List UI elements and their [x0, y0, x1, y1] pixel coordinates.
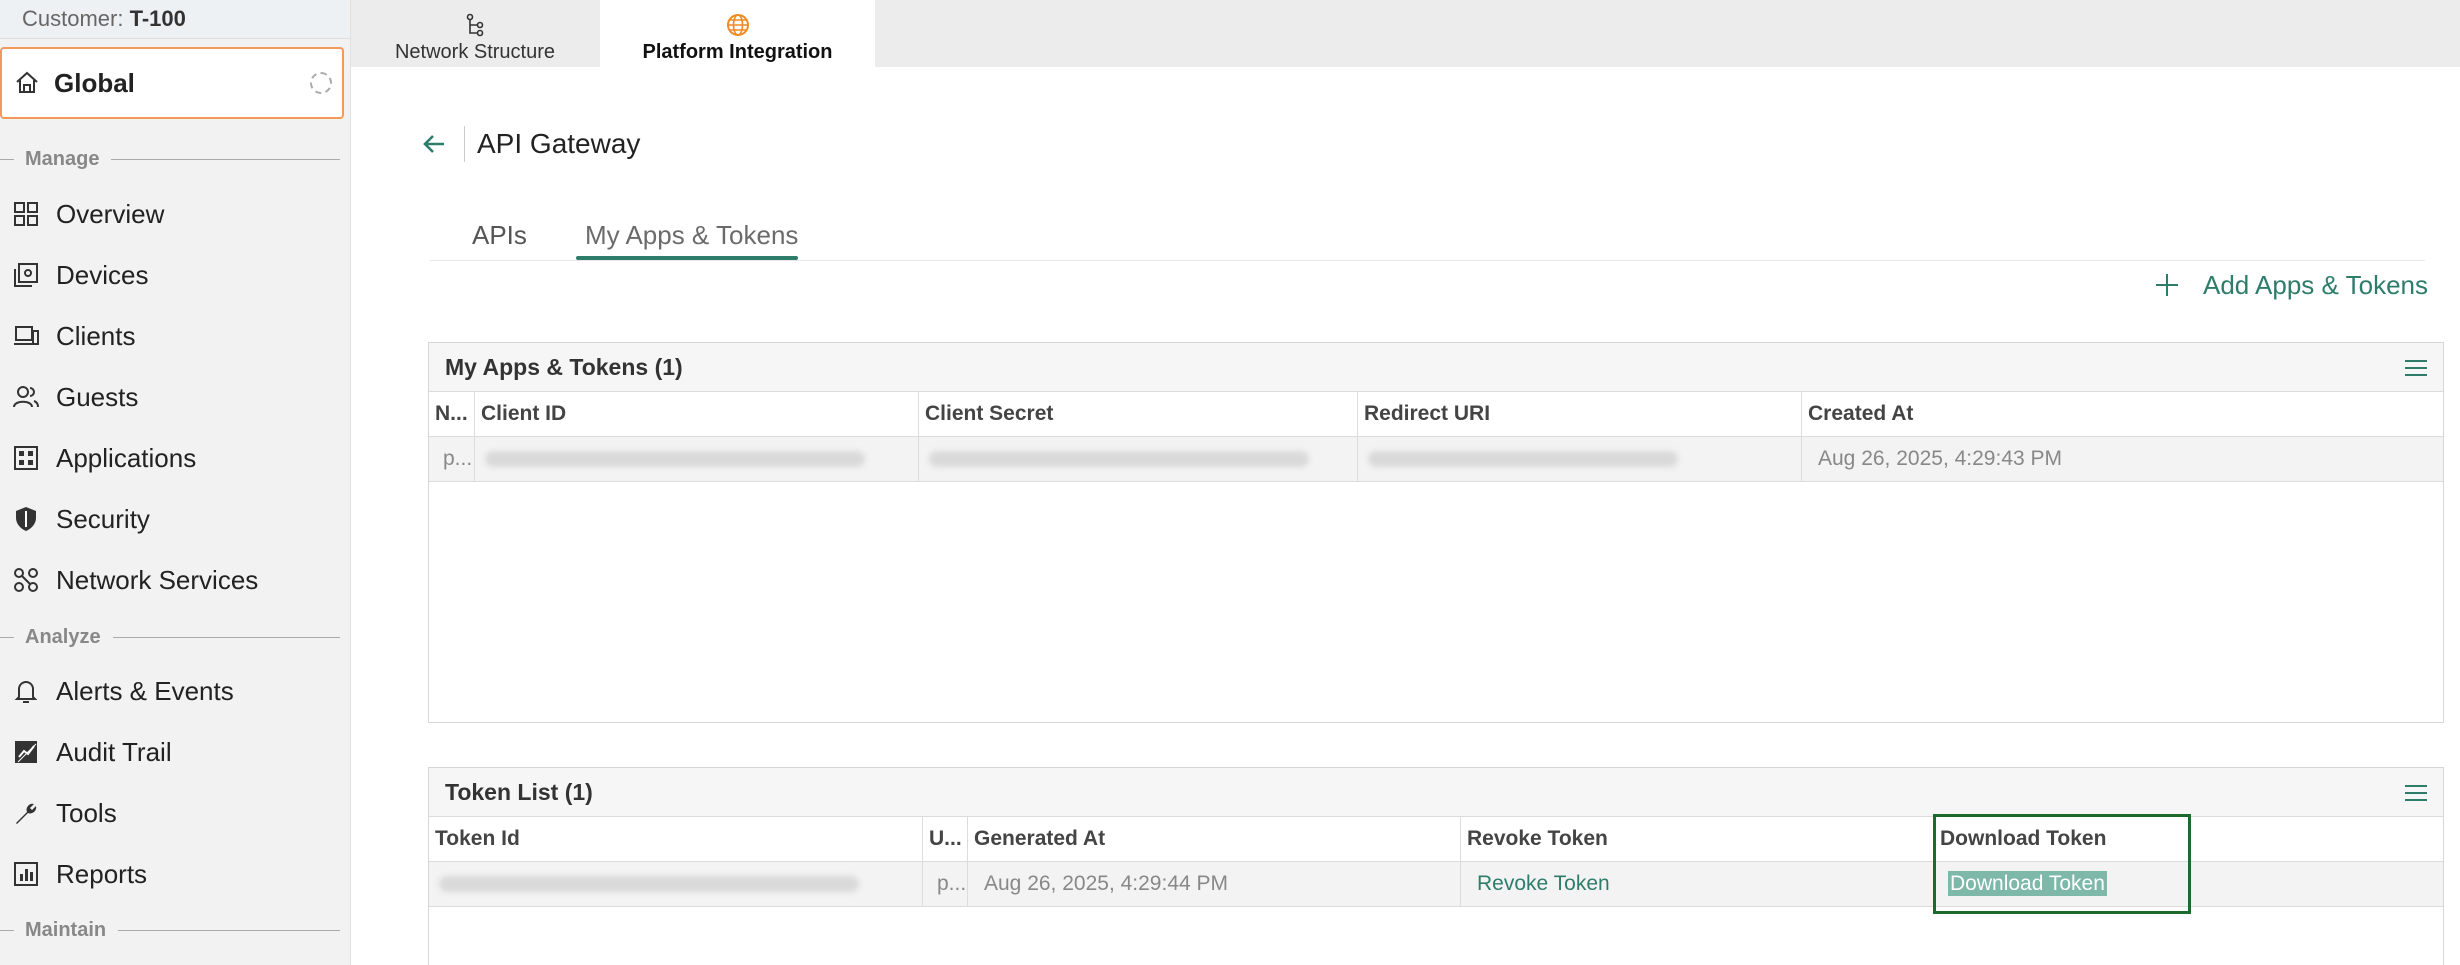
add-button-label: Add Apps & Tokens — [2202, 269, 2428, 300]
cell-redirect-uri-redacted — [1358, 437, 1802, 481]
sidebar-item-network-services[interactable]: Network Services — [0, 557, 340, 603]
cell-client-secret-redacted — [919, 437, 1358, 481]
audit-trail-icon — [12, 738, 40, 766]
plus-icon — [2153, 271, 2181, 299]
tab-my-apps-tokens[interactable]: My Apps & Tokens — [585, 220, 798, 251]
sidebar-item-label: Overview — [56, 198, 165, 229]
sidebar-item-guests[interactable]: Guests — [0, 374, 340, 420]
sidebar-item-clients[interactable]: Clients — [0, 313, 340, 359]
customer-id: T-100 — [129, 6, 186, 31]
cell-user: p... — [923, 862, 968, 906]
panel-header: Token List (1) — [429, 768, 2443, 817]
panel-title: My Apps & Tokens (1) — [445, 353, 683, 380]
section-maintain: Maintain — [0, 918, 340, 942]
sidebar-item-label: Network Services — [56, 564, 259, 595]
page-header: API Gateway — [418, 122, 640, 166]
wrench-icon — [12, 799, 40, 827]
tab-label: Platform Integration — [642, 41, 833, 63]
sidebar-item-label: Audit Trail — [56, 736, 172, 767]
active-tab-indicator — [576, 256, 798, 260]
cell-generated-at: Aug 26, 2025, 4:29:44 PM — [968, 862, 1461, 906]
top-tab-bar: Network Structure Platform Integration — [351, 0, 2460, 67]
reports-icon — [12, 860, 40, 888]
sidebar-item-tools[interactable]: Tools — [0, 790, 340, 836]
panel-header: My Apps & Tokens (1) — [429, 343, 2443, 392]
devices-icon — [12, 261, 40, 289]
section-manage: Manage — [0, 147, 340, 171]
bell-icon — [12, 677, 40, 705]
scope-label: Global — [54, 67, 135, 98]
tab-label: Network Structure — [394, 41, 556, 63]
hamburger-menu-icon[interactable] — [2403, 357, 2429, 379]
customer-label: Customer: — [22, 6, 124, 31]
sidebar-item-label: Applications — [56, 442, 197, 473]
shield-icon — [12, 505, 40, 533]
back-arrow-icon[interactable] — [418, 128, 450, 160]
sidebar-item-label: Guests — [56, 381, 139, 412]
sidebar-item-label: Tools — [56, 797, 117, 828]
table-row[interactable]: p... Aug 26, 2025, 4:29:43 PM — [429, 437, 2443, 482]
clients-icon — [12, 322, 40, 350]
overview-grid-icon — [12, 200, 40, 228]
column-header-created-at[interactable]: Created At — [1802, 392, 2443, 436]
sidebar: Customer: T-100 Global Manage Overview D… — [0, 0, 351, 965]
sidebar-item-reports[interactable]: Reports — [0, 851, 340, 897]
sub-tab-bar: APIs My Apps & Tokens — [430, 210, 2425, 261]
sidebar-item-security[interactable]: Security — [0, 496, 340, 542]
focus-highlight-box — [1933, 814, 2191, 914]
tab-network-structure[interactable]: Network Structure — [351, 0, 599, 67]
sidebar-item-overview[interactable]: Overview — [0, 191, 340, 237]
cell-token-id-redacted — [429, 862, 923, 906]
cell-revoke: Revoke Token — [1461, 862, 1934, 906]
cell-created-at: Aug 26, 2025, 4:29:43 PM — [1818, 447, 2063, 470]
apps-tokens-panel: My Apps & Tokens (1) N... Client ID Clie… — [428, 342, 2444, 723]
revoke-token-link[interactable]: Revoke Token — [1477, 872, 1610, 895]
sidebar-item-label: Alerts & Events — [56, 675, 234, 706]
column-header-client-id[interactable]: Client ID — [475, 392, 919, 436]
network-services-icon — [12, 566, 40, 594]
cell-name: p... — [429, 437, 475, 481]
sidebar-item-audit-trail[interactable]: Audit Trail — [0, 729, 340, 775]
panel-title: Token List (1) — [445, 778, 593, 805]
sidebar-item-devices[interactable]: Devices — [0, 252, 340, 298]
customer-bar: Customer: T-100 — [0, 0, 350, 39]
sidebar-item-applications[interactable]: Applications — [0, 435, 340, 481]
sidebar-item-label: Reports — [56, 858, 148, 889]
column-header-client-secret[interactable]: Client Secret — [919, 392, 1358, 436]
applications-icon — [12, 444, 40, 472]
add-apps-tokens-button[interactable]: Add Apps & Tokens — [2153, 265, 2428, 305]
column-header-redirect-uri[interactable]: Redirect URI — [1358, 392, 1802, 436]
column-header-generated-at[interactable]: Generated At — [968, 817, 1461, 861]
section-analyze: Analyze — [0, 625, 340, 649]
page-title: API Gateway — [477, 128, 641, 159]
sidebar-item-label: Security — [56, 503, 150, 534]
home-icon — [14, 70, 40, 96]
sidebar-item-label: Clients — [56, 320, 136, 351]
column-header-user[interactable]: U... — [923, 817, 968, 861]
scope-selector[interactable]: Global — [0, 47, 344, 119]
sidebar-item-label: Devices — [56, 259, 149, 290]
table-header-row: N... Client ID Client Secret Redirect UR… — [429, 392, 2443, 437]
column-header-token-id[interactable]: Token Id — [429, 817, 923, 861]
column-header-revoke-token[interactable]: Revoke Token — [1461, 817, 1934, 861]
tab-platform-integration[interactable]: Platform Integration — [600, 0, 875, 67]
guests-icon — [12, 383, 40, 411]
hamburger-menu-icon[interactable] — [2403, 782, 2429, 804]
column-header-name[interactable]: N... — [429, 392, 475, 436]
network-structure-icon — [463, 13, 487, 37]
globe-icon — [726, 13, 750, 37]
loading-spinner-icon — [310, 72, 332, 94]
cell-client-id-redacted — [475, 437, 919, 481]
sidebar-item-alerts-events[interactable]: Alerts & Events — [0, 668, 340, 714]
header-divider — [464, 126, 465, 162]
tab-apis[interactable]: APIs — [472, 220, 527, 251]
